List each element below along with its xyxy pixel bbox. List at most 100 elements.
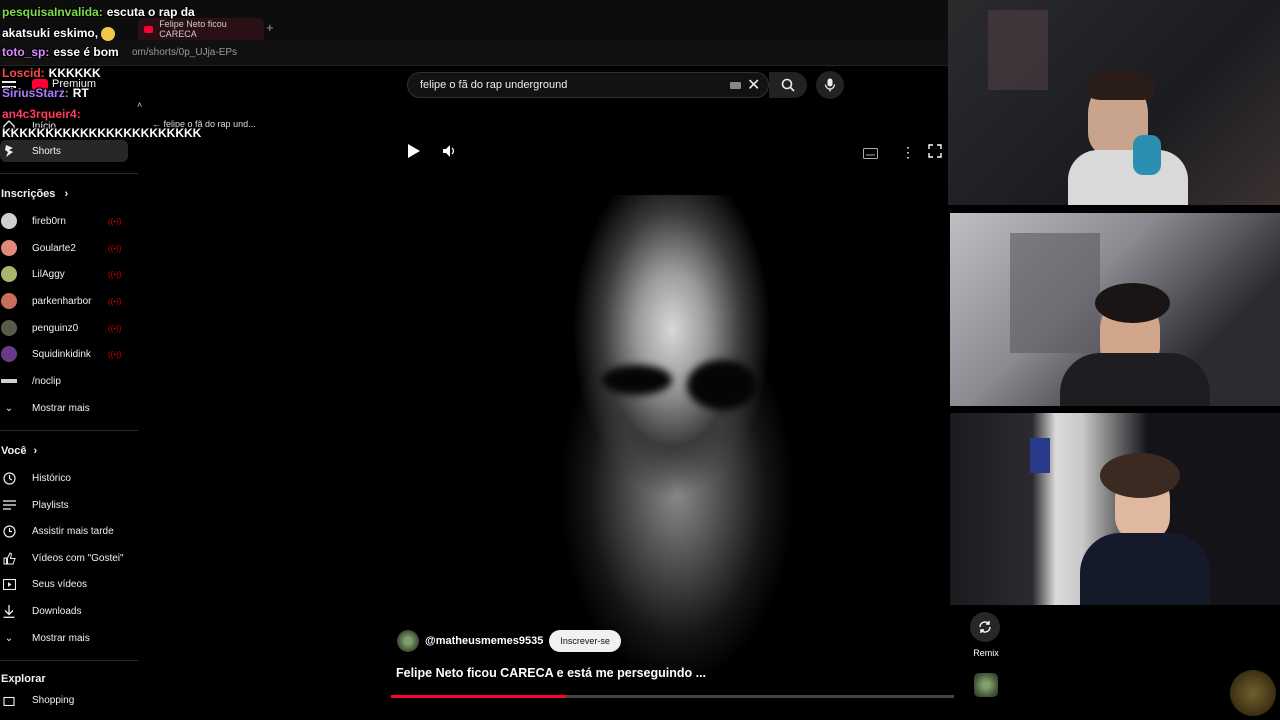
chat-message: toto_sp: esse é bom bbox=[2, 45, 119, 59]
youtube-favicon-icon bbox=[144, 25, 154, 33]
channel-avatar bbox=[1, 266, 17, 282]
chat-username: an4c3rqueir4: bbox=[2, 107, 81, 121]
chevron-right-icon: › bbox=[64, 188, 69, 200]
show-more-label: Mostrar mais bbox=[32, 632, 90, 644]
subscriptions-heading-label: Inscrições bbox=[1, 188, 56, 200]
channel-avatar bbox=[1, 240, 17, 256]
sidebar-item-label: Shopping bbox=[32, 694, 75, 706]
divider bbox=[0, 660, 138, 661]
sidebar-item-label: Squidinkidink bbox=[32, 348, 91, 360]
channel-avatar bbox=[1, 346, 17, 362]
sidebar-item-watch-later[interactable]: Assistir mais tarde bbox=[0, 520, 128, 542]
sidebar-item-label: Downloads bbox=[32, 605, 82, 617]
live-indicator-icon: ((•)) bbox=[108, 297, 122, 306]
thumbs-up-icon bbox=[1, 550, 17, 566]
show-more-label: Mostrar mais bbox=[32, 402, 90, 414]
remix-button[interactable] bbox=[970, 612, 1000, 642]
sidebar-item-shopping[interactable]: Shopping bbox=[0, 691, 128, 709]
sound-thumbnail[interactable] bbox=[974, 673, 998, 697]
channel-avatar[interactable] bbox=[397, 630, 419, 652]
sidebar-item-downloads[interactable]: Downloads bbox=[0, 600, 128, 622]
chat-text: akatsuki eskimo, bbox=[2, 26, 99, 40]
sidebar-item-subscription[interactable]: penguinz0 ((•)) bbox=[0, 317, 128, 339]
progress-fill bbox=[391, 695, 566, 698]
chevron-up-icon[interactable]: ˄ bbox=[137, 100, 142, 110]
your-videos-icon bbox=[1, 576, 17, 592]
new-tab-button[interactable]: + bbox=[266, 20, 274, 35]
more-options-icon[interactable]: ⋮ bbox=[901, 144, 915, 161]
sidebar-item-subscription[interactable]: Goularte2 ((•)) bbox=[0, 237, 128, 259]
sidebar-item-label: Histórico bbox=[32, 472, 71, 484]
webcam-feed-3 bbox=[950, 413, 1280, 605]
video-frame bbox=[547, 195, 807, 675]
sidebar-item-history[interactable]: Histórico bbox=[0, 467, 128, 489]
you-heading[interactable]: Você › bbox=[1, 445, 37, 457]
divider bbox=[0, 430, 138, 431]
chevron-down-icon: ⌄ bbox=[4, 402, 14, 414]
live-indicator-icon: ((•)) bbox=[108, 217, 122, 226]
chevron-down-icon: ⌄ bbox=[4, 632, 14, 644]
sidebar-item-subscription[interactable]: parkenharbor ((•)) bbox=[0, 290, 128, 312]
video-title[interactable]: Felipe Neto ficou CARECA e está me perse… bbox=[396, 666, 706, 680]
browser-tab[interactable]: Felipe Neto ficou CARECA bbox=[138, 18, 264, 40]
channel-name[interactable]: @matheusmemes9535 bbox=[425, 635, 543, 647]
sidebar-item-label: Shorts bbox=[32, 145, 61, 157]
microphone-icon bbox=[824, 78, 836, 92]
sidebar-item-label: Playlists bbox=[32, 499, 69, 511]
volume-button[interactable] bbox=[442, 144, 456, 163]
show-more-you-button[interactable]: ⌄ Mostrar mais bbox=[0, 627, 128, 649]
sidebar-item-your-videos[interactable]: Seus vídeos bbox=[0, 573, 128, 595]
live-indicator-icon: ((•)) bbox=[108, 270, 122, 279]
sidebar-item-subscription[interactable]: LilAggy ((•)) bbox=[0, 263, 128, 285]
playlists-icon bbox=[1, 497, 17, 513]
live-indicator-icon: ((•)) bbox=[108, 244, 122, 253]
chat-username: SiriusStarz: bbox=[2, 86, 69, 100]
keyboard-icon[interactable] bbox=[730, 82, 741, 89]
shorts-video-player[interactable]: ⋮ bbox=[387, 125, 948, 700]
search-icon bbox=[781, 78, 795, 92]
voice-search-button[interactable] bbox=[816, 71, 844, 99]
chat-message: SiriusStarz: RT bbox=[2, 86, 89, 100]
chat-text: esse é bom bbox=[53, 45, 119, 59]
emoji-icon bbox=[101, 26, 116, 41]
play-icon bbox=[408, 144, 420, 158]
sidebar-item-shorts[interactable]: Shorts bbox=[0, 140, 128, 162]
sidebar-item-label: parkenharbor bbox=[32, 295, 92, 307]
sidebar-item-subscription[interactable]: Squidinkidink ((•)) bbox=[0, 343, 128, 365]
sidebar-item-label: /noclip bbox=[32, 375, 61, 387]
remix-action[interactable]: Remix bbox=[970, 612, 1002, 658]
play-button[interactable] bbox=[407, 143, 421, 164]
sidebar-item-label: penguinz0 bbox=[32, 322, 79, 334]
captions-button[interactable] bbox=[863, 146, 878, 164]
search-button[interactable] bbox=[769, 72, 807, 98]
sidebar-item-subscription[interactable]: fireb0rn ((•)) bbox=[0, 210, 128, 232]
chat-username: pesquisaInvalida: bbox=[2, 5, 103, 19]
search-input[interactable]: felipe o fã do rap underground bbox=[407, 72, 769, 98]
show-more-subscriptions-button[interactable]: ⌄ Mostrar mais bbox=[0, 397, 128, 419]
chat-username: Loscid: bbox=[2, 66, 45, 80]
channel-info: @matheusmemes9535 Inscrever-se bbox=[397, 630, 621, 652]
sidebar-item-label: Vídeos com "Gostei" bbox=[32, 552, 124, 564]
sidebar-item-label: Seus vídeos bbox=[32, 578, 88, 590]
sidebar-item-liked-videos[interactable]: Vídeos com "Gostei" bbox=[0, 547, 128, 569]
live-indicator-icon: ((•)) bbox=[108, 350, 122, 359]
chevron-right-icon: › bbox=[33, 445, 38, 457]
subscriptions-heading[interactable]: Inscrições › bbox=[1, 188, 68, 200]
channel-avatar bbox=[1, 293, 17, 309]
channel-avatar bbox=[1, 320, 17, 336]
captions-icon bbox=[863, 148, 878, 159]
subscribe-button[interactable]: Inscrever-se bbox=[549, 630, 621, 652]
chat-text: escuta o rap da bbox=[106, 5, 195, 19]
you-heading-label: Você bbox=[1, 445, 27, 457]
expand-icon bbox=[928, 144, 942, 158]
fullscreen-button[interactable] bbox=[928, 144, 942, 163]
remix-icon bbox=[979, 621, 991, 633]
webcam-feed-2 bbox=[950, 213, 1280, 406]
video-progress-bar[interactable] bbox=[391, 695, 954, 698]
clear-search-icon[interactable]: ✕ bbox=[747, 75, 760, 95]
sidebar-item-playlists[interactable]: Playlists bbox=[0, 494, 128, 516]
explore-heading: Explorar bbox=[1, 673, 46, 685]
chat-message: KKKKKKKKKKKKKKKKKKKKKKK bbox=[2, 126, 201, 140]
live-indicator-icon: ((•)) bbox=[108, 324, 122, 333]
sidebar-item-subscription[interactable]: /noclip bbox=[0, 370, 128, 392]
